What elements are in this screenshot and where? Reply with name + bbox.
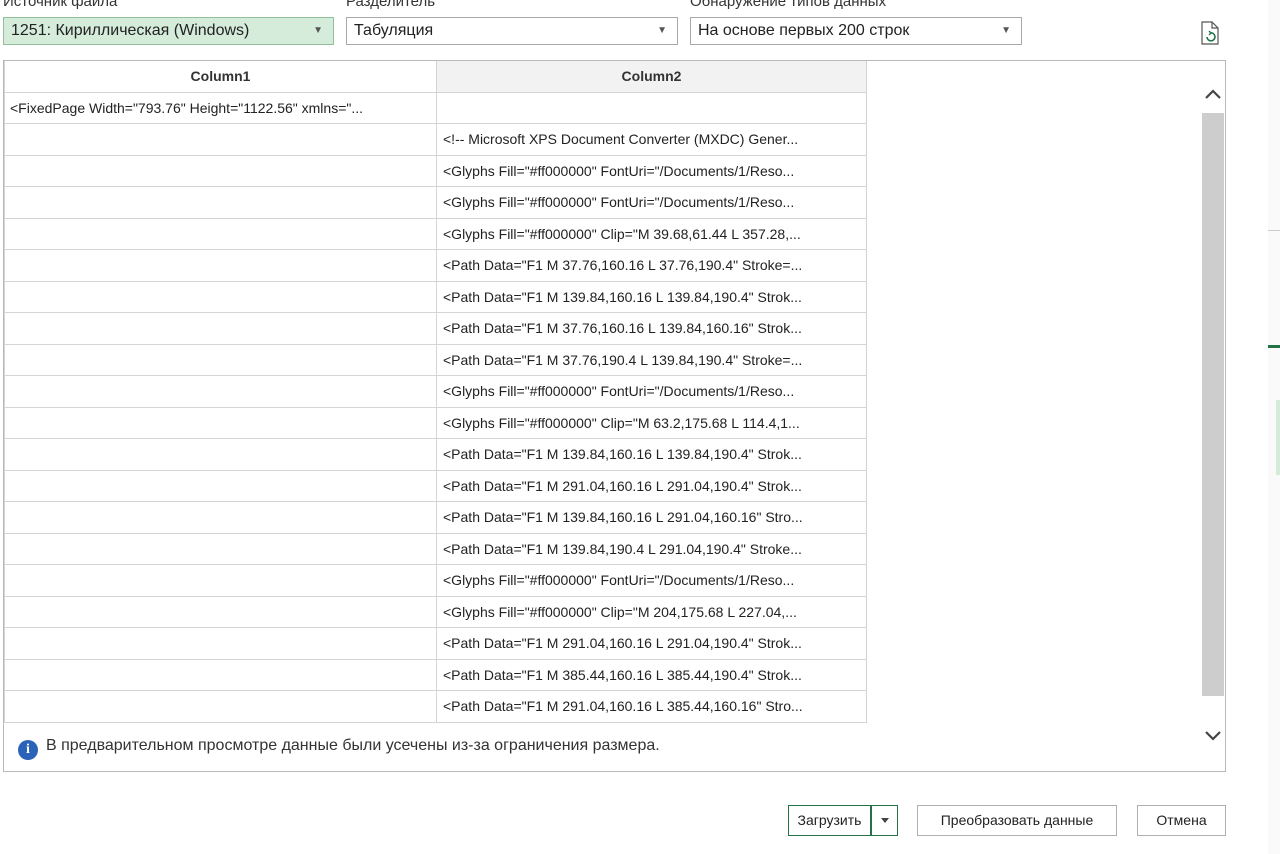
table-cell-column2[interactable]: <Glyphs Fill="#ff000000" FontUri="/Docum… bbox=[436, 564, 867, 597]
chevron-down-icon: ▼ bbox=[313, 25, 323, 36]
table-cell-column2[interactable]: <Glyphs Fill="#ff000000" Clip="M 63.2,17… bbox=[436, 406, 867, 439]
chevron-down-icon: ▼ bbox=[657, 25, 667, 36]
table-cell-column2[interactable]: <Glyphs Fill="#ff000000" FontUri="/Docum… bbox=[436, 375, 867, 408]
table-cell-column2[interactable]: <Path Data="F1 M 37.76,190.4 L 139.84,19… bbox=[436, 343, 867, 376]
table-cell-column1[interactable] bbox=[4, 186, 437, 219]
table-row: <Path Data="F1 M 291.04,160.16 L 291.04,… bbox=[4, 627, 867, 660]
delimiter-dropdown[interactable]: Табуляция ▼ bbox=[346, 17, 678, 45]
table-cell-column1[interactable] bbox=[4, 280, 437, 313]
load-button[interactable]: Загрузить bbox=[788, 805, 871, 836]
delimiter-value: Табуляция bbox=[354, 22, 434, 39]
table-row: <Glyphs Fill="#ff000000" Clip="M 63.2,17… bbox=[4, 406, 867, 439]
table-body: <FixedPage Width="793.76" Height="1122.5… bbox=[4, 91, 867, 723]
background-window-edge bbox=[1268, 0, 1280, 854]
table-row: <!-- Microsoft XPS Document Converter (M… bbox=[4, 123, 867, 156]
column2-header[interactable]: Column2 bbox=[436, 61, 867, 93]
file-origin-dropdown[interactable]: 1251: Кириллическая (Windows) ▼ bbox=[3, 17, 334, 45]
chevron-down-icon: ▼ bbox=[1001, 25, 1011, 36]
table-cell-column2[interactable] bbox=[436, 91, 867, 124]
table-row: <Glyphs Fill="#ff000000" Clip="M 39.68,6… bbox=[4, 217, 867, 250]
table-cell-column2[interactable]: <Glyphs Fill="#ff000000" FontUri="/Docum… bbox=[436, 154, 867, 187]
vertical-scrollbar[interactable] bbox=[1200, 61, 1225, 771]
table-cell-column1[interactable] bbox=[4, 658, 437, 691]
table-cell-column1[interactable] bbox=[4, 532, 437, 565]
table-row: <Path Data="F1 M 291.04,160.16 L 291.04,… bbox=[4, 469, 867, 502]
table-cell-column1[interactable] bbox=[4, 501, 437, 534]
column1-header[interactable]: Column1 bbox=[4, 61, 437, 93]
table-cell-column1[interactable] bbox=[4, 249, 437, 282]
table-cell-column1[interactable] bbox=[4, 469, 437, 502]
refresh-document-icon[interactable] bbox=[1198, 20, 1222, 46]
table-cell-column2[interactable]: <Glyphs Fill="#ff000000" Clip="M 39.68,6… bbox=[436, 217, 867, 250]
table-cell-column1[interactable]: <FixedPage Width="793.76" Height="1122.5… bbox=[4, 91, 437, 124]
table-row: <Path Data="F1 M 291.04,160.16 L 385.44,… bbox=[4, 690, 867, 723]
table-cell-column1[interactable] bbox=[4, 438, 437, 471]
table-cell-column2[interactable]: <Path Data="F1 M 291.04,160.16 L 385.44,… bbox=[436, 690, 867, 723]
table-row: <Glyphs Fill="#ff000000" FontUri="/Docum… bbox=[4, 564, 867, 597]
table-cell-column2[interactable]: <Glyphs Fill="#ff000000" FontUri="/Docum… bbox=[436, 186, 867, 219]
table-cell-column2[interactable]: <Path Data="F1 M 385.44,160.16 L 385.44,… bbox=[436, 658, 867, 691]
table-row: <Path Data="F1 M 37.76,160.16 L 37.76,19… bbox=[4, 249, 867, 282]
table-cell-column2[interactable]: <Path Data="F1 M 37.76,160.16 L 139.84,1… bbox=[436, 312, 867, 345]
type-detection-value: На основе первых 200 строк bbox=[698, 22, 910, 39]
table-row: <Path Data="F1 M 139.84,160.16 L 139.84,… bbox=[4, 438, 867, 471]
table-cell-column2[interactable]: <Path Data="F1 M 139.84,160.16 L 291.04,… bbox=[436, 501, 867, 534]
table-cell-column1[interactable] bbox=[4, 564, 437, 597]
table-cell-column1[interactable] bbox=[4, 627, 437, 660]
chevron-down-icon[interactable] bbox=[1200, 721, 1225, 751]
table-row: <Glyphs Fill="#ff000000" FontUri="/Docum… bbox=[4, 186, 867, 219]
table-cell-column1[interactable] bbox=[4, 595, 437, 628]
info-icon: i bbox=[18, 740, 38, 760]
table-cell-column2[interactable]: <Path Data="F1 M 139.84,160.16 L 139.84,… bbox=[436, 438, 867, 471]
table-row: <Path Data="F1 M 139.84,160.16 L 291.04,… bbox=[4, 501, 867, 534]
delimiter-label: Разделитель bbox=[346, 0, 436, 10]
table-cell-column2[interactable]: <Path Data="F1 M 139.84,190.4 L 291.04,1… bbox=[436, 532, 867, 565]
type-detection-label: Обнаружение типов данных bbox=[690, 0, 887, 10]
table-header-row: Column1 Column2 bbox=[4, 61, 867, 93]
table-cell-column1[interactable] bbox=[4, 154, 437, 187]
table-cell-column2[interactable]: <Path Data="F1 M 139.84,160.16 L 139.84,… bbox=[436, 280, 867, 313]
table-row: <Glyphs Fill="#ff000000" Clip="M 204,175… bbox=[4, 595, 867, 628]
table-cell-column2[interactable]: <Path Data="F1 M 291.04,160.16 L 291.04,… bbox=[436, 469, 867, 502]
transform-data-button[interactable]: Преобразовать данные bbox=[917, 805, 1117, 836]
table-cell-column2[interactable]: <Path Data="F1 M 291.04,160.16 L 291.04,… bbox=[436, 627, 867, 660]
table-cell-column1[interactable] bbox=[4, 312, 437, 345]
file-origin-label: Источник файла bbox=[3, 0, 118, 10]
table-row: <Glyphs Fill="#ff000000" FontUri="/Docum… bbox=[4, 375, 867, 408]
table-cell-column2[interactable]: <Path Data="F1 M 37.76,160.16 L 37.76,19… bbox=[436, 249, 867, 282]
truncation-notice-text: В предварительном просмотре данные были … bbox=[46, 737, 660, 754]
chevron-down-icon bbox=[880, 818, 889, 823]
table-cell-column1[interactable] bbox=[4, 690, 437, 723]
table-cell-column1[interactable] bbox=[4, 123, 437, 156]
table-cell-column1[interactable] bbox=[4, 375, 437, 408]
table-row: <Glyphs Fill="#ff000000" FontUri="/Docum… bbox=[4, 154, 867, 187]
data-preview-panel: Column1 Column2 <FixedPage Width="793.76… bbox=[3, 60, 1226, 772]
cancel-button[interactable]: Отмена bbox=[1137, 805, 1226, 836]
table-row: <Path Data="F1 M 37.76,160.16 L 139.84,1… bbox=[4, 312, 867, 345]
chevron-up-icon[interactable] bbox=[1200, 79, 1225, 109]
table-cell-column2[interactable]: <!-- Microsoft XPS Document Converter (M… bbox=[436, 123, 867, 156]
load-options-button[interactable] bbox=[871, 805, 898, 836]
table-row: <FixedPage Width="793.76" Height="1122.5… bbox=[4, 91, 867, 124]
table-cell-column1[interactable] bbox=[4, 343, 437, 376]
table-row: <Path Data="F1 M 37.76,190.4 L 139.84,19… bbox=[4, 343, 867, 376]
table-row: <Path Data="F1 M 139.84,160.16 L 139.84,… bbox=[4, 280, 867, 313]
truncation-notice: i В предварительном просмотре данные были… bbox=[18, 737, 660, 760]
table-row: <Path Data="F1 M 139.84,190.4 L 291.04,1… bbox=[4, 532, 867, 565]
table-cell-column1[interactable] bbox=[4, 406, 437, 439]
scrollbar-thumb[interactable] bbox=[1202, 113, 1224, 696]
preview-table: Column1 Column2 <FixedPage Width="793.76… bbox=[4, 61, 867, 723]
type-detection-dropdown[interactable]: На основе первых 200 строк ▼ bbox=[690, 17, 1022, 45]
file-origin-value: 1251: Кириллическая (Windows) bbox=[11, 22, 250, 39]
table-cell-column2[interactable]: <Glyphs Fill="#ff000000" Clip="M 204,175… bbox=[436, 595, 867, 628]
table-cell-column1[interactable] bbox=[4, 217, 437, 250]
table-row: <Path Data="F1 M 385.44,160.16 L 385.44,… bbox=[4, 658, 867, 691]
